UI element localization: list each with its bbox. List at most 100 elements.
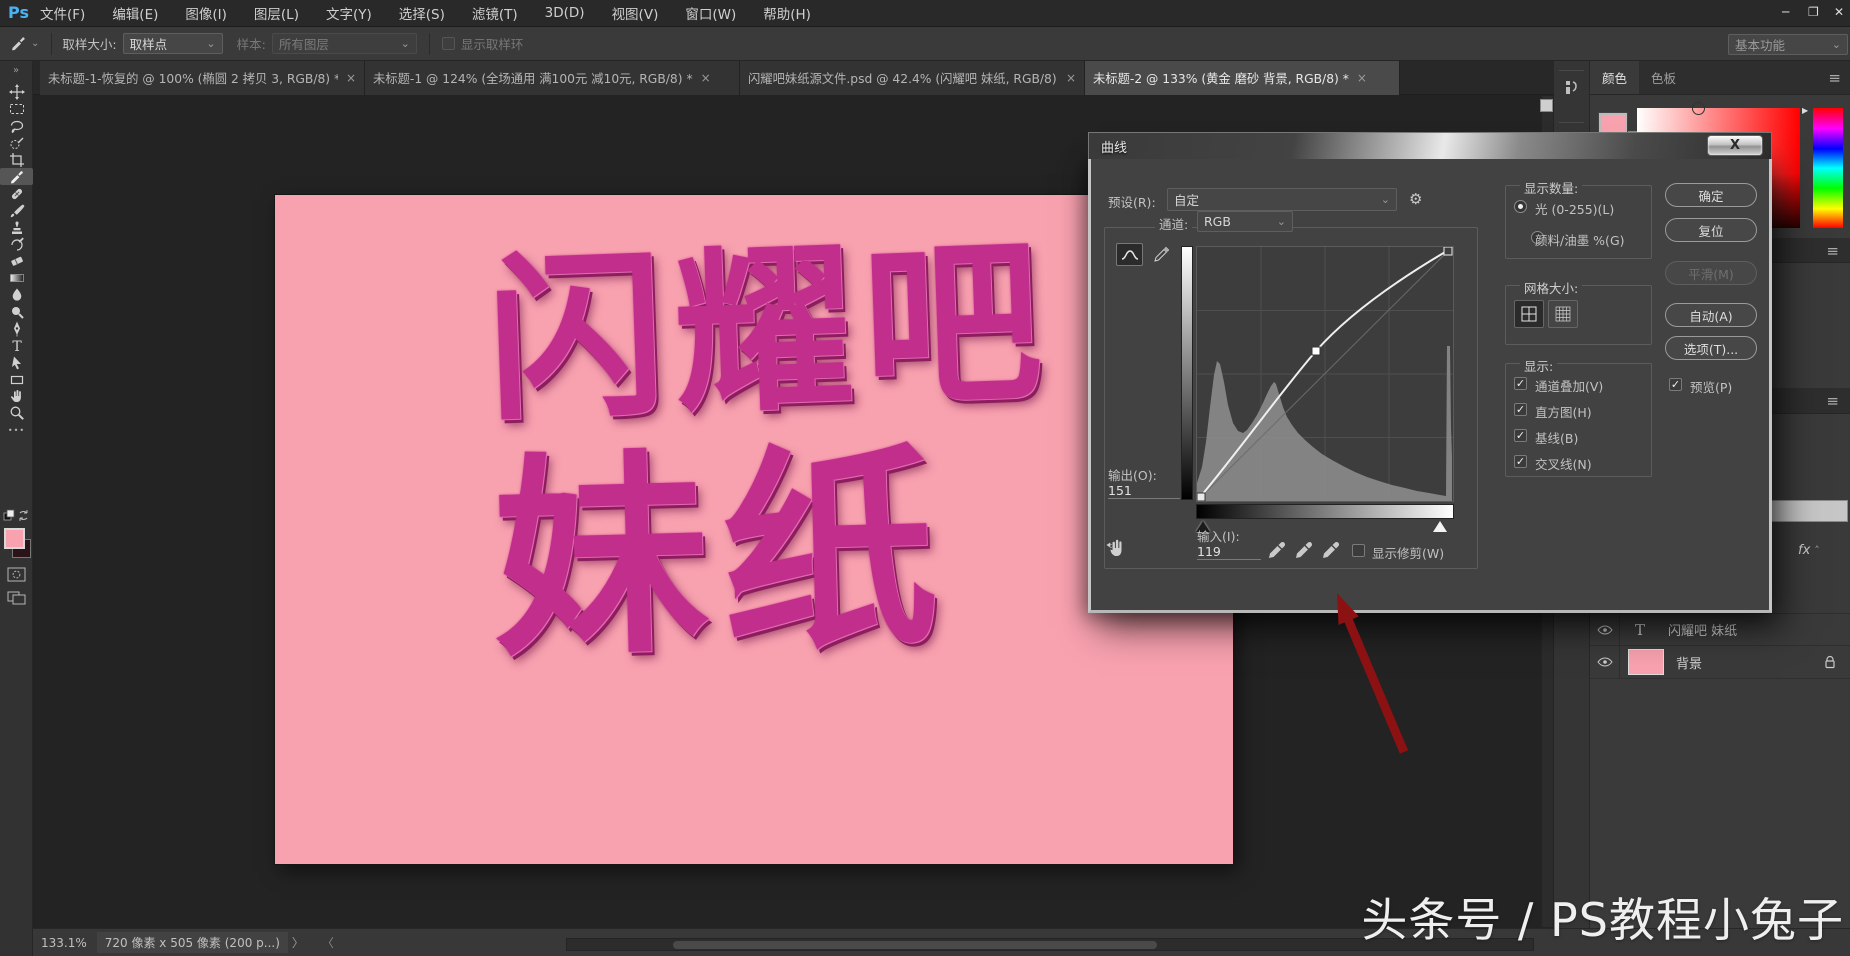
fx-collapse-icon[interactable]: ˄ [1814, 544, 1820, 557]
color-panel-menu-icon[interactable]: ≡ [1828, 69, 1840, 87]
type-tool[interactable]: T [0, 337, 33, 354]
screen-mode-icon[interactable] [7, 589, 26, 605]
intersection-line-checkbox[interactable]: ✓ [1514, 455, 1527, 468]
toolbar-collapse-icon[interactable]: » [0, 61, 32, 76]
window-close-icon[interactable]: ✕ [1834, 5, 1844, 19]
radio-light[interactable] [1514, 200, 1527, 213]
active-tool-eyedropper-icon[interactable] [10, 35, 27, 52]
pen-tool[interactable] [0, 320, 33, 337]
rectangular-marquee-tool[interactable] [0, 101, 33, 118]
horizontal-scrollbar-thumb[interactable] [673, 941, 1157, 949]
preview-checkbox[interactable]: ✓ [1669, 378, 1682, 391]
layer-visibility-toggle[interactable] [1590, 646, 1620, 678]
document-info-arrow-icon[interactable]: 〉 [292, 934, 304, 951]
clone-stamp-tool[interactable] [0, 219, 33, 236]
tab-close-icon[interactable]: × [701, 71, 711, 85]
document-tab-1[interactable]: 未标题-1-恢复的 @ 100% (椭圆 2 拷贝 3, RGB/8) *× [40, 61, 365, 95]
foreground-color-swatch[interactable] [4, 528, 25, 549]
curve-plot-area[interactable] [1196, 246, 1454, 502]
tool-preset-arrow-icon[interactable]: ⌄ [31, 38, 39, 49]
menu-view[interactable]: 视图(V) [612, 3, 659, 23]
show-clipping-checkbox[interactable] [1352, 544, 1365, 557]
layer-row-background[interactable]: 背景 [1590, 646, 1850, 679]
gray-point-eyedropper[interactable] [1294, 537, 1313, 560]
layer-name[interactable]: 背景 [1676, 653, 1702, 672]
white-point-eyedropper[interactable] [1321, 537, 1340, 560]
menu-3d[interactable]: 3D(D) [545, 5, 585, 21]
curves-dialog-titlebar[interactable]: 曲线 X [1088, 132, 1772, 159]
history-brush-tool[interactable] [0, 236, 33, 253]
menu-edit[interactable]: 编辑(E) [112, 3, 158, 23]
layer-visibility-toggle[interactable] [1590, 614, 1620, 645]
path-selection-tool[interactable] [0, 354, 33, 371]
dodge-tool[interactable] [0, 304, 33, 321]
layer-thumbnail[interactable] [1628, 649, 1664, 675]
move-tool[interactable] [0, 84, 33, 101]
window-minimize-icon[interactable]: ─ [1782, 5, 1789, 19]
quick-mask-icon[interactable] [7, 567, 26, 582]
channel-dropdown[interactable]: RGB⌄ [1197, 211, 1293, 232]
curve-mode-button-selected[interactable] [1116, 243, 1143, 266]
black-point-eyedropper[interactable] [1267, 537, 1286, 560]
workspace-dropdown[interactable]: 基本功能⌄ [1728, 34, 1848, 55]
options-button[interactable]: 选项(T)... [1665, 336, 1757, 360]
white-point-slider[interactable] [1433, 521, 1447, 532]
layer-name[interactable]: 闪耀吧 妹纸 [1668, 620, 1737, 639]
zoom-level[interactable]: 133.1% [41, 936, 87, 950]
blur-tool[interactable] [0, 287, 33, 304]
menu-filter[interactable]: 滤镜(T) [472, 3, 518, 23]
input-value[interactable]: 119 [1197, 544, 1261, 560]
channel-overlays-checkbox[interactable]: ✓ [1514, 377, 1527, 390]
zoom-tool[interactable] [0, 405, 33, 422]
hand-tool[interactable] [0, 388, 33, 405]
menu-type[interactable]: 文字(Y) [326, 3, 372, 23]
large-grid-button-selected[interactable] [1514, 300, 1544, 328]
tab-close-icon[interactable]: × [1357, 71, 1367, 85]
spot-healing-brush-tool[interactable] [0, 185, 33, 202]
baseline-checkbox[interactable]: ✓ [1514, 429, 1527, 442]
tab-color[interactable]: 颜色 [1590, 61, 1639, 94]
document-tab-2[interactable]: 未标题-1 @ 124% (全场通用 满100元 减10元, RGB/8) *× [365, 61, 740, 95]
preset-options-gear-icon[interactable]: ⚙ [1409, 190, 1422, 208]
brush-tool[interactable] [0, 202, 33, 219]
eyedropper-tool-selected[interactable] [0, 168, 33, 185]
eraser-tool[interactable] [0, 253, 33, 270]
output-value[interactable]: 151 [1108, 483, 1180, 499]
window-maximize-icon[interactable]: ❐ [1808, 5, 1819, 19]
history-panel-icon[interactable] [1559, 75, 1585, 101]
tab-close-icon[interactable]: × [1066, 71, 1076, 85]
ok-button[interactable]: 确定 [1665, 183, 1757, 207]
default-colors-and-swap-icons[interactable] [3, 509, 30, 523]
small-grid-button[interactable] [1548, 300, 1578, 328]
hue-ramp[interactable] [1813, 108, 1843, 228]
histogram-checkbox[interactable]: ✓ [1514, 403, 1527, 416]
dialog-close-button[interactable]: X [1707, 135, 1763, 156]
lasso-tool[interactable] [0, 118, 33, 135]
menu-window[interactable]: 窗口(W) [685, 3, 736, 23]
edit-toolbar-ellipsis-icon[interactable]: ••• [0, 422, 33, 439]
tab-swatches[interactable]: 色板 [1639, 61, 1688, 94]
menu-layer[interactable]: 图层(L) [254, 3, 299, 23]
panel-menu-icon[interactable]: ≡ [1826, 392, 1838, 410]
sample-size-dropdown[interactable]: 取样点⌄ [123, 33, 223, 54]
tab-close-icon[interactable]: × [346, 71, 356, 85]
menu-file[interactable]: 文件(F) [40, 3, 85, 23]
document-tab-4-active[interactable]: 未标题-2 @ 133% (黄金 磨砂 背景, RGB/8) *× [1085, 61, 1400, 95]
color-field-picker[interactable] [1692, 102, 1705, 115]
gradient-tool[interactable] [0, 270, 33, 287]
rectangle-shape-tool[interactable] [0, 371, 33, 388]
scrollbar-top-button[interactable] [1540, 99, 1553, 112]
menu-image[interactable]: 图像(I) [185, 3, 227, 23]
fx-icon[interactable]: fx [1798, 543, 1810, 558]
fx-indicator[interactable]: fx ˄ [1798, 543, 1820, 558]
layer-row-text[interactable]: T 闪耀吧 妹纸 [1590, 613, 1850, 646]
pencil-mode-button[interactable] [1147, 243, 1174, 266]
preset-dropdown[interactable]: 自定⌄ [1167, 188, 1397, 211]
auto-button[interactable]: 自动(A) [1665, 303, 1757, 327]
menu-select[interactable]: 选择(S) [399, 3, 445, 23]
panel-menu-icon[interactable]: ≡ [1826, 242, 1838, 260]
crop-tool[interactable] [0, 152, 33, 169]
reset-button[interactable]: 复位 [1665, 218, 1757, 242]
targeted-adjustment-tool[interactable] [1105, 535, 1129, 559]
document-tab-3[interactable]: 闪耀吧妹纸源文件.psd @ 42.4% (闪耀吧 妹纸, RGB/8) *× [740, 61, 1085, 95]
